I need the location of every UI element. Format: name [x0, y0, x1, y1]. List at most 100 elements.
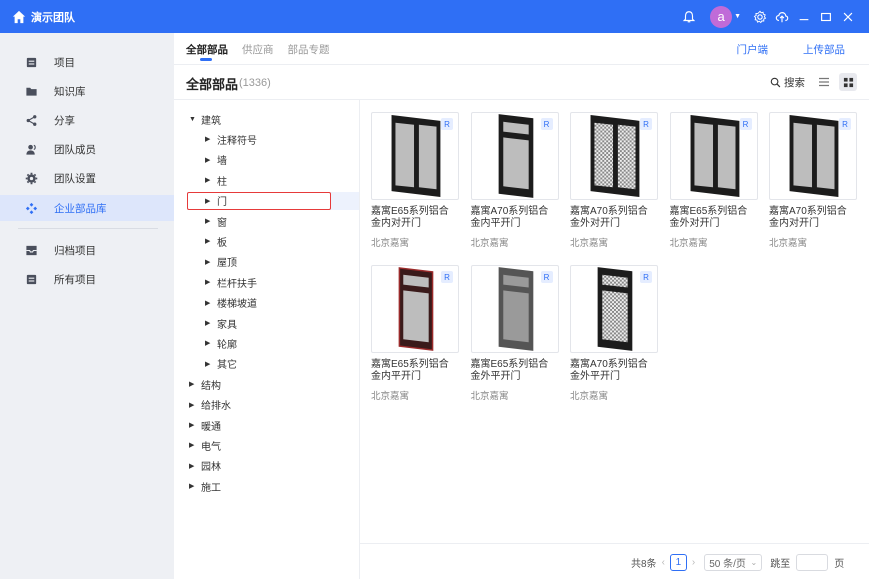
- tree-item[interactable]: ▶ 门: [187, 191, 331, 210]
- part-thumbnail[interactable]: R: [371, 112, 459, 200]
- tab-all-parts[interactable]: 全部部品: [186, 42, 228, 57]
- team-name[interactable]: 演示团队: [31, 9, 75, 25]
- sidebar-item-share[interactable]: 分享: [0, 107, 174, 133]
- tree-item[interactable]: ▶ 窗: [205, 212, 227, 230]
- part-name[interactable]: 嘉寓A70系列铝合 金外平开门: [570, 359, 658, 383]
- part-card[interactable]: R 嘉寓A70系列铝合 金内平开门北京嘉寓: [470, 112, 559, 249]
- tree-item[interactable]: ▶ 园林: [189, 457, 221, 475]
- search-button[interactable]: 搜索: [770, 75, 805, 90]
- part-thumbnail[interactable]: R: [769, 112, 857, 200]
- part-brand[interactable]: 北京嘉寓: [670, 235, 758, 249]
- part-card[interactable]: R 嘉寓E65系列铝合 金内平开门北京嘉寓: [371, 265, 459, 402]
- sidebar-item-all-projects[interactable]: 所有项目: [0, 266, 174, 292]
- caret-right-icon[interactable]: ▶: [205, 278, 217, 286]
- caret-right-icon[interactable]: ▶: [205, 156, 217, 164]
- sidebar-item-knowledge-base[interactable]: 知识库: [0, 78, 174, 104]
- part-thumbnail[interactable]: R: [570, 112, 658, 200]
- part-name[interactable]: 嘉寓A70系列铝合 金外对开门: [570, 206, 658, 230]
- upload-cloud-icon[interactable]: [771, 6, 793, 28]
- part-thumbnail[interactable]: R: [470, 265, 559, 353]
- part-name[interactable]: 嘉寓E65系列铝合 金外对开门: [670, 206, 758, 230]
- tree-item[interactable]: ▶ 家具: [205, 314, 237, 332]
- settings-icon[interactable]: [749, 6, 771, 28]
- maximize-icon[interactable]: [815, 6, 837, 28]
- tree-item[interactable]: ▶ 楼梯坡道: [205, 294, 257, 312]
- tab-suppliers[interactable]: 供应商: [242, 42, 274, 57]
- tree-item[interactable]: ▶ 柱: [205, 171, 227, 189]
- part-thumbnail[interactable]: R: [371, 265, 459, 353]
- part-card[interactable]: R 嘉寓A70系列铝合 金外对开门北京嘉寓: [570, 112, 658, 249]
- minimize-icon[interactable]: [793, 6, 815, 28]
- bell-icon[interactable]: [678, 6, 700, 28]
- caret-right-icon[interactable]: ▶: [205, 217, 217, 225]
- tab-topics[interactable]: 部品专题: [288, 42, 330, 57]
- part-brand[interactable]: 北京嘉寓: [570, 235, 658, 249]
- caret-right-icon[interactable]: ▶: [205, 197, 217, 205]
- tree-item[interactable]: ▶ 墙: [205, 151, 227, 169]
- caret-right-icon[interactable]: ▶: [189, 421, 201, 429]
- caret-right-icon[interactable]: ▶: [205, 360, 217, 368]
- part-brand[interactable]: 北京嘉寓: [471, 235, 559, 249]
- caret-right-icon[interactable]: ▶: [189, 401, 201, 409]
- sidebar-item-archived-projects[interactable]: 归档项目: [0, 237, 174, 263]
- part-name[interactable]: 嘉寓A70系列铝合 金内对开门: [769, 206, 857, 230]
- caret-right-icon[interactable]: ▶: [189, 482, 201, 490]
- chevron-down-icon[interactable]: ▼: [734, 13, 741, 20]
- tree-item[interactable]: ▶ 给排水: [189, 396, 231, 414]
- page-size-select[interactable]: 50 条/页 ⌄: [704, 554, 763, 571]
- tree-item[interactable]: ▼ 建筑: [189, 110, 221, 128]
- home-button[interactable]: [12, 10, 26, 24]
- tree-item[interactable]: ▶ 注释符号: [205, 130, 257, 148]
- part-thumbnail[interactable]: R: [470, 112, 559, 200]
- part-card[interactable]: R 嘉寓E65系列铝合 金外平开门北京嘉寓: [470, 265, 559, 402]
- caret-right-icon[interactable]: ▶: [189, 441, 201, 449]
- caret-right-icon[interactable]: ▶: [205, 339, 217, 347]
- part-brand[interactable]: 北京嘉寓: [371, 388, 459, 402]
- tree-item[interactable]: ▶ 板: [205, 232, 227, 250]
- grid-view-button[interactable]: [839, 73, 857, 91]
- tree-item[interactable]: ▶ 轮廓: [205, 334, 237, 352]
- caret-right-icon[interactable]: ▶: [189, 380, 201, 388]
- part-name[interactable]: 嘉寓E65系列铝合 金内对开门: [371, 206, 459, 230]
- avatar[interactable]: a: [710, 5, 733, 28]
- caret-right-icon[interactable]: ▶: [205, 135, 217, 143]
- tree-item[interactable]: ▶ 结构: [189, 375, 221, 393]
- close-icon[interactable]: [837, 6, 859, 28]
- part-card[interactable]: R 嘉寓A70系列铝合 金内对开门北京嘉寓: [769, 112, 857, 249]
- tree-item[interactable]: ▶ 电气: [189, 436, 221, 454]
- caret-right-icon[interactable]: ▶: [205, 258, 217, 266]
- tree-item[interactable]: ▶ 其它: [205, 355, 237, 373]
- caret-right-icon[interactable]: ▶: [205, 319, 217, 327]
- caret-right-icon[interactable]: ▶: [205, 299, 217, 307]
- tree-item[interactable]: ▶ 暖通: [189, 416, 221, 434]
- part-thumbnail[interactable]: R: [669, 112, 758, 200]
- sidebar-item-parts-library[interactable]: 企业部品库: [0, 195, 174, 221]
- portal-link[interactable]: 门户端: [737, 42, 769, 57]
- goto-page-input[interactable]: [796, 554, 829, 571]
- caret-right-icon[interactable]: ▶: [205, 237, 217, 245]
- part-card[interactable]: R 嘉寓E65系列铝合 金外对开门北京嘉寓: [669, 112, 758, 249]
- next-page-icon[interactable]: ›: [692, 557, 695, 568]
- part-brand[interactable]: 北京嘉寓: [769, 235, 857, 249]
- sidebar-item-team-settings[interactable]: 团队设置: [0, 165, 174, 191]
- caret-right-icon[interactable]: ▶: [189, 462, 201, 470]
- list-view-icon[interactable]: [818, 76, 830, 88]
- tree-item[interactable]: ▶ 施工: [189, 477, 221, 495]
- page-button-current[interactable]: 1: [669, 554, 687, 571]
- part-brand[interactable]: 北京嘉寓: [570, 388, 658, 402]
- part-brand[interactable]: 北京嘉寓: [371, 235, 459, 249]
- part-card[interactable]: R 嘉寓E65系列铝合 金内对开门北京嘉寓: [371, 112, 459, 249]
- tree-item[interactable]: ▶ 栏杆扶手: [205, 273, 257, 291]
- caret-right-icon[interactable]: ▶: [205, 176, 217, 184]
- upload-parts-link[interactable]: 上传部品: [803, 42, 845, 57]
- part-name[interactable]: 嘉寓E65系列铝合 金外平开门: [471, 359, 559, 383]
- caret-down-icon[interactable]: ▼: [189, 116, 201, 123]
- prev-page-icon[interactable]: ‹: [662, 557, 665, 568]
- part-name[interactable]: 嘉寓E65系列铝合 金内平开门: [371, 359, 459, 383]
- tree-item[interactable]: ▶ 屋顶: [205, 253, 237, 271]
- sidebar-item-projects[interactable]: 项目: [0, 49, 174, 75]
- sidebar-item-members[interactable]: 团队成员: [0, 136, 174, 162]
- part-brand[interactable]: 北京嘉寓: [471, 388, 559, 402]
- part-thumbnail[interactable]: R: [570, 265, 658, 353]
- part-name[interactable]: 嘉寓A70系列铝合 金内平开门: [471, 206, 559, 230]
